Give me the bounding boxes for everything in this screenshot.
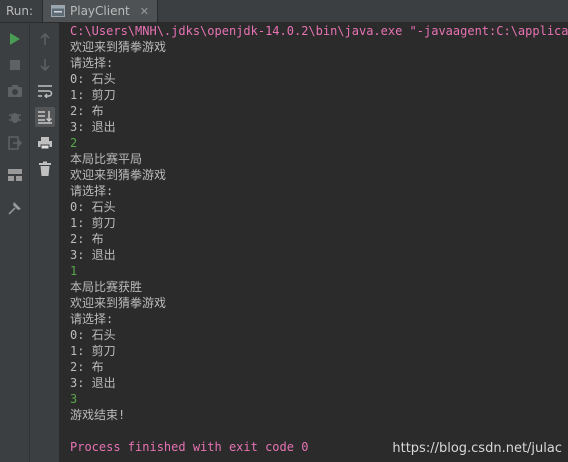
tab-label: PlayClient	[70, 4, 130, 18]
console-line: 0: 石头	[70, 328, 116, 342]
console-tool-sidebar	[30, 23, 60, 462]
camera-icon[interactable]	[5, 82, 25, 100]
java-command-line: C:\Users\MNH\.jdks\openjdk-14.0.2\bin\ja…	[70, 24, 568, 38]
console-line: 本局比赛获胜	[70, 280, 143, 294]
layout-icon[interactable]	[5, 166, 25, 184]
up-arrow-icon[interactable]	[35, 30, 55, 48]
console-line: 请选择:	[70, 184, 114, 198]
trash-icon[interactable]	[35, 160, 55, 178]
console-line: 3: 退出	[70, 376, 116, 390]
console-line: 请选择:	[70, 312, 114, 326]
soft-wrap-icon[interactable]	[35, 82, 55, 100]
run-tool-sidebar	[0, 23, 30, 462]
console-line: 1: 剪刀	[70, 344, 116, 358]
console-line: 欢迎来到猜拳游戏	[70, 40, 167, 54]
console-user-input: 1	[70, 264, 78, 278]
console-line: 3: 退出	[70, 120, 116, 134]
debug-icon[interactable]	[5, 108, 25, 126]
scroll-to-end-icon[interactable]	[35, 107, 55, 127]
stop-icon[interactable]	[5, 56, 25, 74]
console-line: 1: 剪刀	[70, 88, 116, 102]
pin-icon[interactable]	[5, 199, 25, 217]
console-line: 2: 布	[70, 232, 104, 246]
run-config-icon	[51, 2, 65, 21]
console-line: 游戏结束!	[70, 408, 126, 422]
console-line: 请选择:	[70, 56, 114, 70]
run-label: Run:	[6, 4, 34, 18]
run-toolbar: Run: PlayClient ✕	[0, 0, 568, 23]
console-user-input: 2	[70, 136, 78, 150]
watermark: https://blog.csdn.net/julac	[392, 441, 562, 456]
console-line: 欢迎来到猜拳游戏	[70, 168, 167, 182]
console-output[interactable]: C:\Users\MNH\.jdks\openjdk-14.0.2\bin\ja…	[61, 23, 568, 462]
console-user-input: 3	[70, 392, 78, 406]
close-tab-icon[interactable]: ✕	[140, 5, 149, 18]
console-line: 欢迎来到猜拳游戏	[70, 296, 167, 310]
console-lines: 欢迎来到猜拳游戏 请选择: 0: 石头 1: 剪刀 2: 布 3: 退出 2 本局比赛平局 欢迎…	[61, 39, 568, 423]
tab-playclient[interactable]: PlayClient ✕	[42, 0, 158, 22]
console-line: 0: 石头	[70, 200, 116, 214]
exit-icon[interactable]	[5, 134, 25, 152]
run-icon[interactable]	[5, 30, 25, 48]
console-line: 0: 石头	[70, 72, 116, 86]
console-line: 2: 布	[70, 104, 104, 118]
console-line: 2: 布	[70, 360, 104, 374]
console-line: 本局比赛平局	[70, 152, 143, 166]
console-line: 3: 退出	[70, 248, 116, 262]
down-arrow-icon[interactable]	[35, 56, 55, 74]
console-line: 1: 剪刀	[70, 216, 116, 230]
print-icon[interactable]	[35, 134, 55, 152]
